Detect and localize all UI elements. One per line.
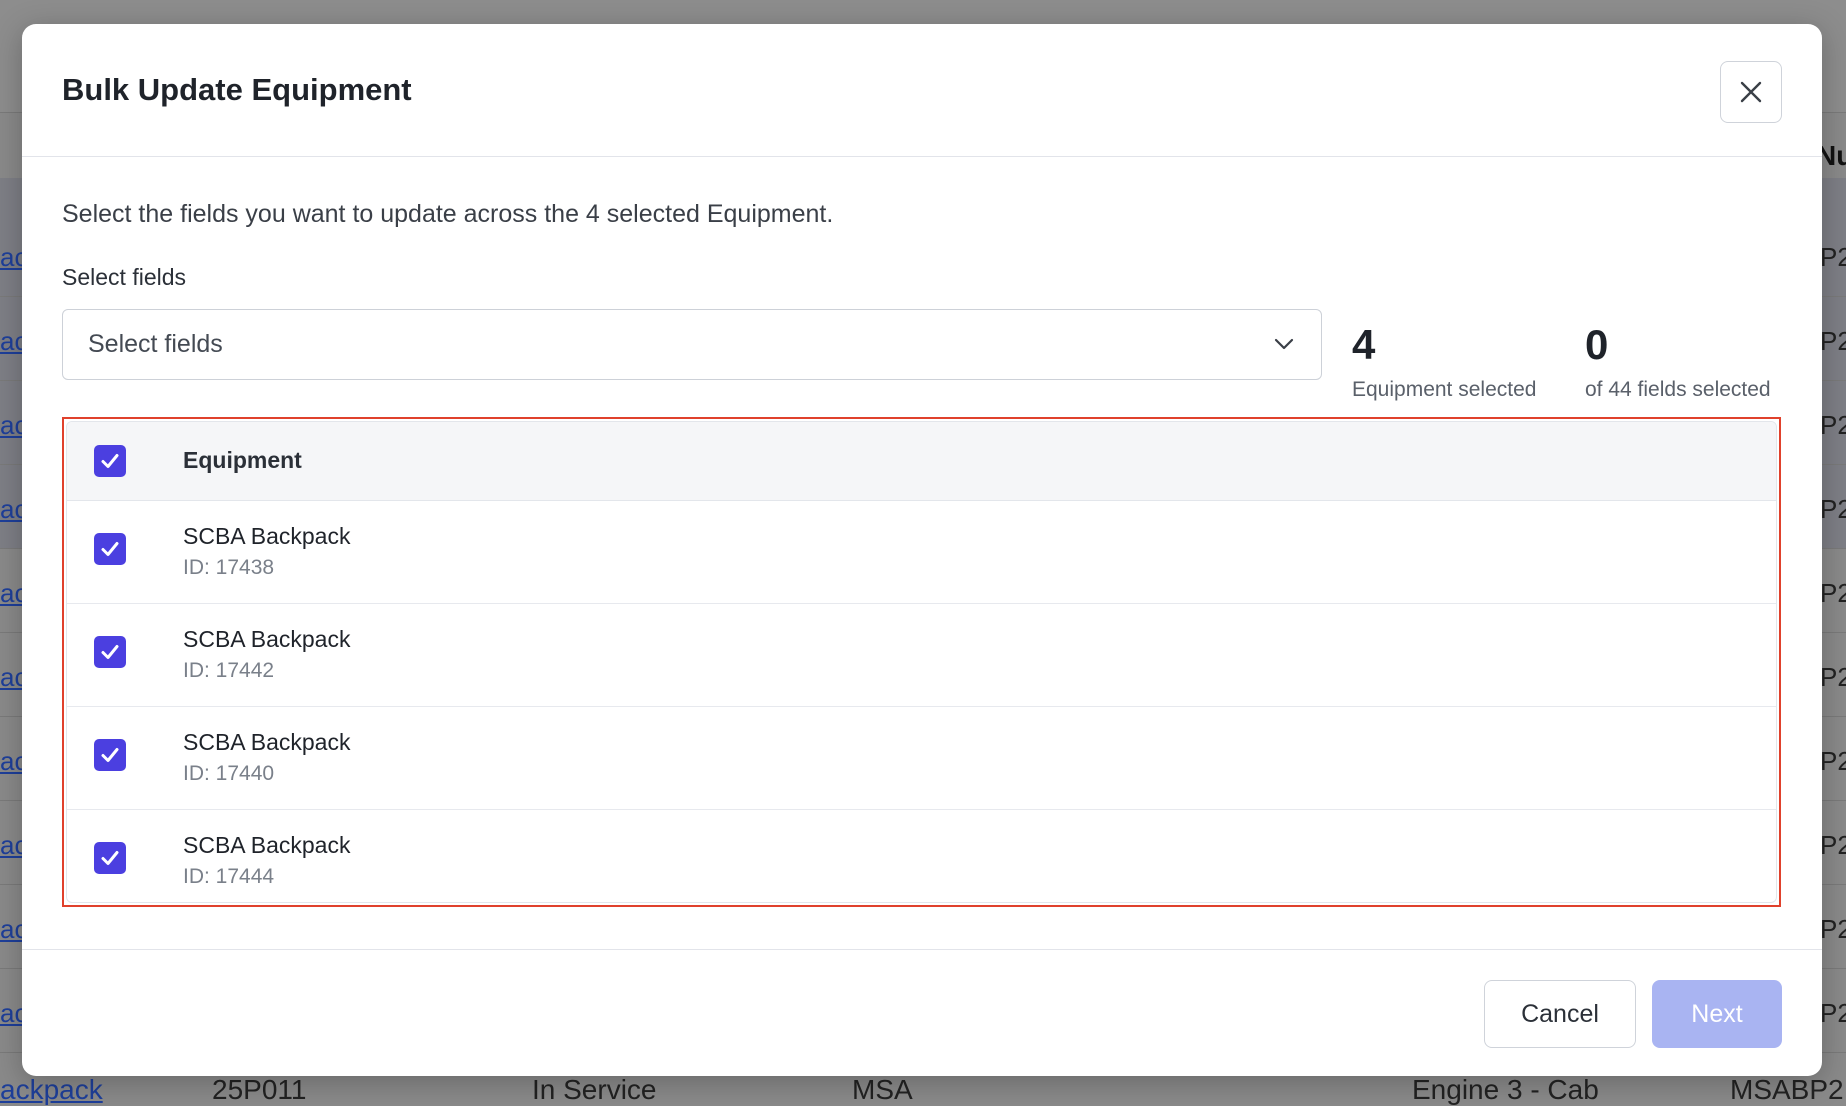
select-all-checkbox[interactable] [94,445,126,477]
background-row-cell: P2 [1820,410,1846,440]
checkbox-checked-icon [101,748,119,762]
row-checkbox[interactable] [94,842,126,874]
background-row-link: ac [0,914,24,944]
background-cell: 25P011 [212,1074,307,1105]
background-cell: MSABP2 [1730,1074,1844,1105]
background-row-cell: P2 [1820,914,1846,944]
background-row-link: ac [0,578,24,608]
equipment-selected-count: 4 [1352,321,1376,368]
checkbox-checked-icon [101,542,119,556]
background-row-link: ac [0,662,24,692]
background-cell: In Service [532,1074,657,1105]
fields-selected-count: 0 [1585,321,1609,368]
modal-description: Select the fields you want to update acr… [62,200,834,228]
background-row-cell: P2 [1820,998,1846,1028]
background-row-link: ac [0,242,24,272]
equipment-table-highlight: Equipment SCBA Backpack ID: 17438 SCBA B [62,417,1781,907]
select-fields-dropdown[interactable]: Select fields [62,309,1322,380]
background-row-link: ac [0,998,24,1028]
equipment-id: ID: 17440 [183,762,275,785]
checkbox-checked-icon [101,851,119,865]
table-row[interactable]: SCBA Backpack ID: 17444 [67,810,1776,902]
table-row[interactable]: SCBA Backpack ID: 17438 [67,501,1776,604]
background-row-cell: P2 [1820,494,1846,524]
background-cell: Engine 3 - Cab [1412,1074,1599,1105]
table-row[interactable]: SCBA Backpack ID: 17440 [67,707,1776,810]
equipment-column-header: Equipment [183,447,302,473]
checkbox-checked-icon [101,454,119,468]
background-row-link: ac [0,410,24,440]
equipment-id: ID: 17438 [183,556,275,579]
next-button[interactable]: Next [1652,980,1782,1048]
checkbox-checked-icon [101,645,119,659]
background-row-cell: P2 [1820,746,1846,776]
equipment-selected-stat: 4 Equipment selected [1352,324,1536,402]
background-cell: ackpack [0,1074,103,1105]
modal-title: Bulk Update Equipment [62,72,412,107]
equipment-name: SCBA Backpack [183,832,351,858]
equipment-selected-caption: Equipment selected [1352,378,1537,401]
modal-footer: Cancel Next [22,949,1822,1077]
background-row-cell: P2 [1820,578,1846,608]
background-row-link: ac [0,746,24,776]
background-row-link: ac [0,494,24,524]
fields-selected-caption: of 44 fields selected [1585,378,1771,401]
equipment-name: SCBA Backpack [183,729,351,755]
select-fields-label: Select fields [62,264,187,290]
background-row-link: ac [0,830,24,860]
equipment-id: ID: 17442 [183,659,275,682]
fields-selected-stat: 0 of 44 fields selected [1585,324,1771,402]
equipment-id: ID: 17444 [183,865,275,888]
equipment-table: Equipment SCBA Backpack ID: 17438 SCBA B [66,421,1777,903]
background-row-cell: P2 [1820,326,1846,356]
row-checkbox[interactable] [94,636,126,668]
chevron-down-icon [1274,338,1294,350]
background-row-link: ac [0,326,24,356]
cancel-button[interactable]: Cancel [1484,980,1636,1048]
modal-header: Bulk Update Equipment [22,24,1822,157]
background-cell: MSA [852,1074,913,1105]
close-icon [1740,81,1762,103]
bulk-update-modal: Bulk Update Equipment Select the fields … [22,24,1822,1076]
table-row[interactable]: SCBA Backpack ID: 17442 [67,604,1776,707]
table-header: Equipment [67,422,1776,501]
select-fields-placeholder: Select fields [88,330,223,358]
row-checkbox[interactable] [94,739,126,771]
background-row-cell: P2 [1820,242,1846,272]
equipment-name: SCBA Backpack [183,626,351,652]
close-button[interactable] [1720,61,1782,123]
row-checkbox[interactable] [94,533,126,565]
equipment-name: SCBA Backpack [183,523,351,549]
background-row-cell: P2 [1820,830,1846,860]
background-row-cell: P2 [1820,662,1846,692]
